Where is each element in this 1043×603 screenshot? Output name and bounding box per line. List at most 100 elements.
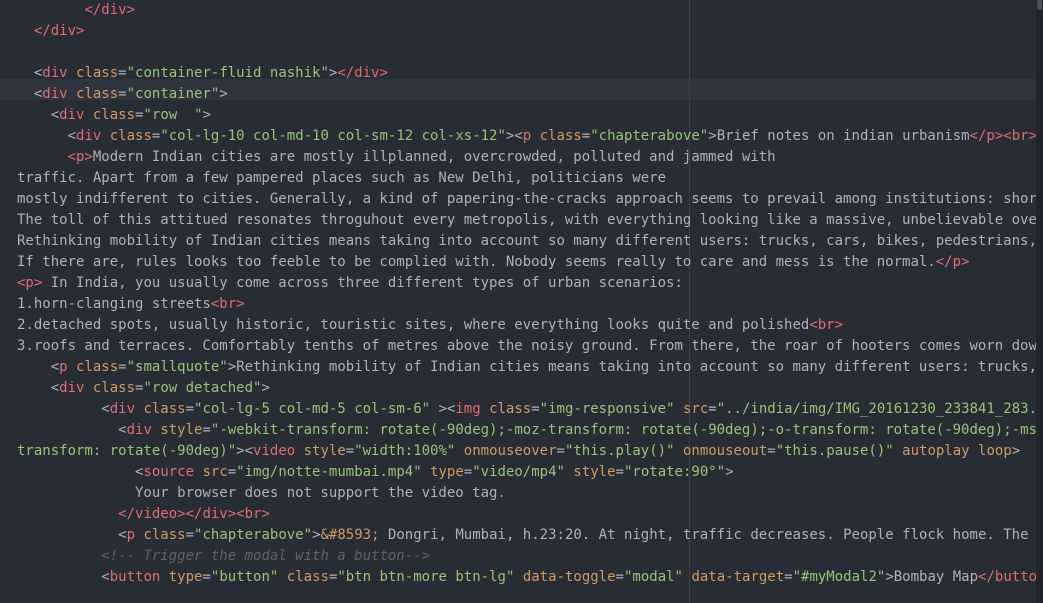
- code-line[interactable]: <div style="-webkit-transform: rotate(-9…: [0, 420, 1036, 441]
- code-token: div: [42, 65, 77, 81]
- code-token: Your browser does not support the video …: [17, 485, 506, 501]
- code-line[interactable]: traffic. Apart from a few pampered place…: [0, 168, 1036, 189]
- code-line[interactable]: </div>: [0, 0, 1036, 21]
- code-token: =: [556, 443, 565, 459]
- code-token: traffic. Apart from a few pampered place…: [17, 170, 667, 186]
- code-line[interactable]: <div class="row ">: [0, 105, 1036, 126]
- code-token: data-target: [691, 569, 785, 585]
- code-token: img: [455, 401, 490, 417]
- code-token: Modern Indian cities are mostly illplann…: [92, 149, 776, 165]
- code-token: style: [573, 464, 616, 480]
- code-line[interactable]: <p>Modern Indian cities are mostly illpl…: [0, 147, 1036, 168]
- code-line[interactable]: The toll of this attitued resonates thro…: [0, 210, 1036, 231]
- vertical-scrollbar[interactable]: [1036, 0, 1043, 603]
- code-token: </div>: [337, 65, 388, 81]
- code-token: autoplay: [902, 443, 970, 459]
- code-token: video: [253, 443, 304, 459]
- code-line[interactable]: 1.horn-clanging streets<br>: [0, 294, 1036, 315]
- code-token: </butto: [978, 569, 1036, 585]
- code-line[interactable]: 2.detached spots, usually historic, tour…: [0, 315, 1036, 336]
- code-line[interactable]: 3.roofs and terraces. Comfortably tenths…: [0, 336, 1036, 357]
- code-token: >: [202, 107, 211, 123]
- code-line[interactable]: </div>: [0, 21, 1036, 42]
- code-token: "btn btn-more btn-lg": [337, 569, 515, 585]
- code-token: =: [767, 443, 776, 459]
- code-token: "button": [210, 569, 279, 585]
- code-line[interactable]: <!-- Trigger the modal with a button-->: [0, 546, 1036, 567]
- code-line[interactable]: <p class="smallquote">Rethinking mobilit…: [0, 357, 1036, 378]
- code-line[interactable]: <div class="row detached">: [0, 378, 1036, 399]
- code-token: =: [463, 464, 473, 480]
- code-token: >: [725, 464, 734, 480]
- code-line[interactable]: If there are, rules looks too feeble to …: [0, 252, 1036, 273]
- code-token: >: [219, 86, 228, 102]
- code-token: class: [92, 380, 136, 396]
- code-token: >: [885, 569, 894, 585]
- code-line[interactable]: mostly indifferent to cities. Generally,…: [0, 189, 1036, 210]
- code-line[interactable]: Rethinking mobility of Indian cities mea…: [0, 231, 1036, 252]
- code-token: type: [168, 569, 203, 585]
- code-token: "img/notte-mumbai.mp4": [236, 464, 422, 480]
- code-lines[interactable]: </div> </div> <div class="container-flui…: [0, 0, 1036, 588]
- code-line[interactable]: <p> In India, you usually come across th…: [0, 273, 1036, 294]
- code-token: class: [92, 107, 136, 123]
- code-token: "rotate:90°": [623, 464, 726, 480]
- code-token: Brief notes on indian urbanism: [716, 128, 970, 144]
- code-token: "-webkit-transform: rotate(-90deg);-moz-…: [210, 422, 1036, 438]
- code-editor[interactable]: </div> </div> <div class="container-flui…: [0, 0, 1043, 603]
- code-line[interactable]: <div class="col-lg-5 col-md-5 col-sm-6" …: [0, 399, 1036, 420]
- code-token: transform: rotate(-90deg)": [17, 443, 237, 459]
- code-token: =: [345, 443, 355, 459]
- code-token: p: [59, 359, 77, 375]
- code-token: <br>: [210, 296, 245, 312]
- code-line[interactable]: <div class="col-lg-10 col-md-10 col-sm-1…: [0, 126, 1036, 147]
- code-token: <: [67, 128, 77, 144]
- code-token: </p>: [935, 254, 970, 270]
- code-token: =: [581, 128, 591, 144]
- code-line[interactable]: transform: rotate(-90deg)"><video style=…: [0, 441, 1036, 462]
- code-token: =: [185, 401, 195, 417]
- code-token: onmouseout: [682, 443, 768, 459]
- code-token: "video/mp4": [472, 464, 565, 480]
- code-token: >: [261, 380, 270, 396]
- code-token: >: [227, 359, 237, 375]
- code-line[interactable]: <source src="img/notte-mumbai.mp4" type=…: [0, 462, 1036, 483]
- code-token: 2.detached spots, usually historic, tour…: [17, 317, 810, 333]
- code-token: <br>: [1003, 128, 1036, 144]
- code-token: <br>: [236, 506, 270, 522]
- code-token: div: [109, 401, 144, 417]
- code-token: Rethinking mobility of Indian cities mea…: [17, 233, 1036, 249]
- code-token: <: [50, 380, 60, 396]
- code-line[interactable]: </video></div><br>: [0, 504, 1036, 525]
- code-line[interactable]: [0, 42, 1036, 63]
- code-line[interactable]: <div class="container-fluid nashik"></di…: [0, 63, 1036, 84]
- code-line[interactable]: Your browser does not support the video …: [0, 483, 1036, 504]
- code-token: =: [708, 401, 717, 417]
- code-line[interactable]: <button type="button" class="btn btn-mor…: [0, 567, 1036, 588]
- code-line[interactable]: <p class="chapterabove">&#8593; Dongri, …: [0, 525, 1036, 546]
- code-token: </div>: [185, 506, 237, 522]
- code-token: "smallquote": [126, 359, 228, 375]
- code-token: 3.roofs and terraces. Comfortably tenths…: [17, 338, 1036, 354]
- code-token: <: [514, 128, 523, 144]
- code-token: <: [101, 569, 110, 585]
- code-token: class: [539, 128, 582, 144]
- code-token: Rethinking mobility of Indian cities mea…: [236, 359, 1036, 375]
- code-token: </video>: [118, 506, 186, 522]
- code-token: class: [143, 401, 186, 417]
- scrollbar-thumb[interactable]: [1037, 0, 1042, 10]
- code-line[interactable]: <div class="container">: [0, 84, 1036, 105]
- code-token: <: [101, 401, 110, 417]
- code-token: </div>: [33, 23, 85, 39]
- code-token: In India, you usually come across three …: [42, 275, 683, 291]
- code-token: =: [615, 464, 624, 480]
- code-token: "row ": [143, 107, 203, 123]
